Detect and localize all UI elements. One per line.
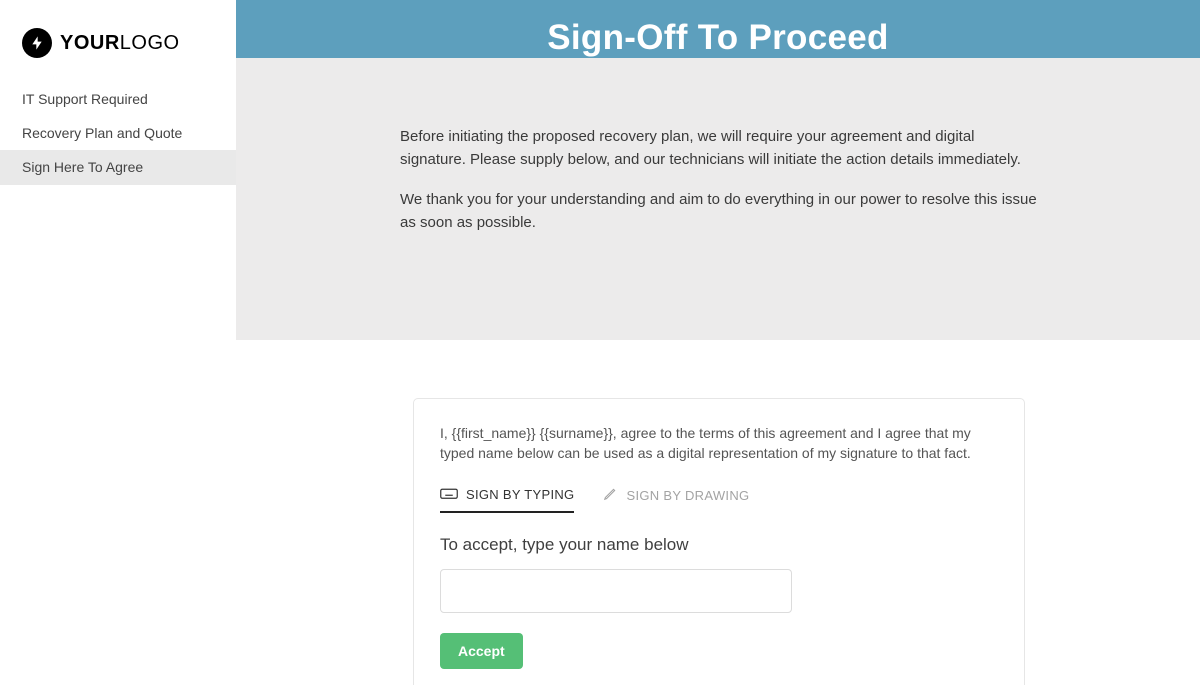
tab-sign-by-drawing[interactable]: SIGN BY DRAWING bbox=[602, 486, 749, 513]
pen-icon bbox=[602, 487, 618, 504]
signature-tabs: SIGN BY TYPING SIGN BY DRAWING bbox=[440, 486, 998, 513]
logo-bold: YOUR bbox=[60, 32, 120, 55]
intro-paragraph-1: Before initiating the proposed recovery … bbox=[400, 126, 1038, 171]
sign-section: I, {{first_name}} {{surname}}, agree to … bbox=[236, 340, 1200, 685]
agreement-text: I, {{first_name}} {{surname}}, agree to … bbox=[440, 423, 998, 464]
tab-sign-by-typing[interactable]: SIGN BY TYPING bbox=[440, 486, 574, 513]
signature-name-input[interactable] bbox=[440, 569, 792, 613]
sidebar-item-recovery-plan[interactable]: Recovery Plan and Quote bbox=[0, 116, 236, 150]
sidebar-item-sign-here[interactable]: Sign Here To Agree bbox=[0, 150, 236, 184]
keyboard-icon bbox=[440, 486, 458, 503]
tab-typing-label: SIGN BY TYPING bbox=[466, 487, 574, 502]
accept-button[interactable]: Accept bbox=[440, 633, 523, 669]
logo-light: LOGO bbox=[120, 32, 180, 55]
signature-card: I, {{first_name}} {{surname}}, agree to … bbox=[413, 398, 1025, 685]
logo: YOUR LOGO bbox=[22, 28, 214, 58]
intro-paragraph-2: We thank you for your understanding and … bbox=[400, 189, 1038, 234]
intro-section: Before initiating the proposed recovery … bbox=[236, 58, 1200, 340]
sidebar: YOUR LOGO IT Support Required Recovery P… bbox=[0, 0, 236, 685]
logo-text: YOUR LOGO bbox=[60, 32, 180, 55]
tab-drawing-label: SIGN BY DRAWING bbox=[626, 488, 749, 503]
main: Sign-Off To Proceed Before initiating th… bbox=[236, 0, 1200, 685]
page-title: Sign-Off To Proceed bbox=[547, 18, 888, 58]
logo-area: YOUR LOGO bbox=[0, 0, 236, 82]
hero: Sign-Off To Proceed bbox=[236, 0, 1200, 58]
type-instruction: To accept, type your name below bbox=[440, 535, 998, 555]
sidebar-item-it-support[interactable]: IT Support Required bbox=[0, 82, 236, 116]
logo-icon bbox=[22, 28, 52, 58]
intro-inner: Before initiating the proposed recovery … bbox=[398, 126, 1038, 234]
nav: IT Support Required Recovery Plan and Qu… bbox=[0, 82, 236, 185]
